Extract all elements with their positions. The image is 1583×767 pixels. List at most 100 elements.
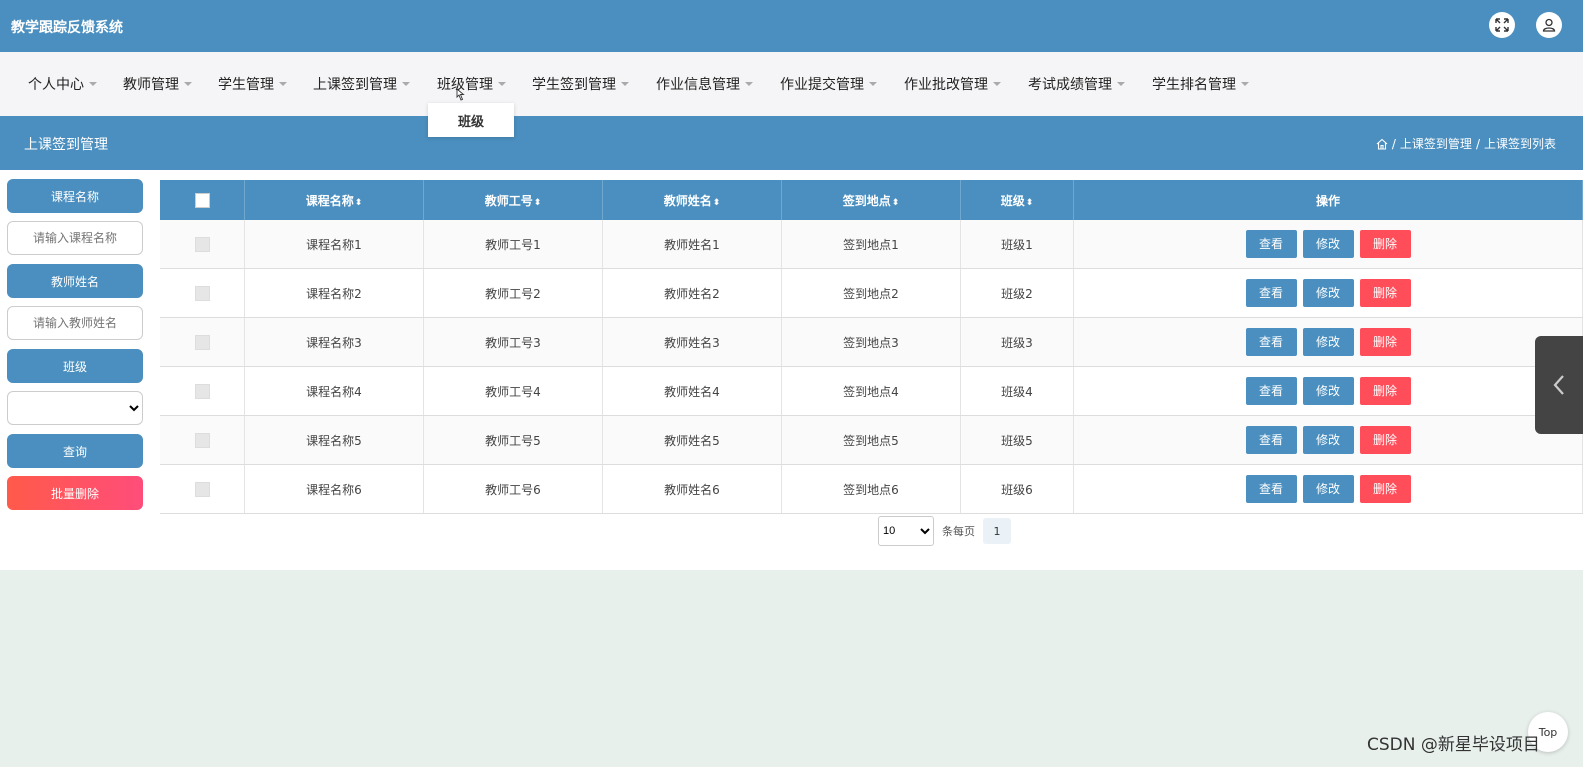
row-checkbox[interactable]	[194, 383, 210, 399]
nav-label: 教师管理	[123, 77, 179, 93]
watermark: CSDN @新星毕设项目	[1367, 735, 1540, 755]
cell-checkin-location: 签到地点3	[781, 317, 961, 367]
caret-down-icon	[184, 82, 192, 86]
column-header-checkin-location[interactable]: 签到地点⬍	[781, 180, 961, 220]
cell-class: 班级3	[960, 317, 1074, 367]
table-row: 课程名称2 教师工号2 教师姓名2 签到地点2 班级2 查看 修改 删除	[160, 268, 1583, 318]
query-button[interactable]: 查询	[7, 434, 143, 468]
nav-item-personal-center[interactable]: 个人中心	[28, 74, 97, 94]
view-button[interactable]: 查看	[1245, 279, 1297, 307]
view-button[interactable]: 查看	[1245, 475, 1297, 503]
cell-course-name: 课程名称6	[244, 464, 424, 514]
teacher-name-input[interactable]	[7, 306, 143, 340]
row-checkbox[interactable]	[194, 432, 210, 448]
page-size-select[interactable]: 10	[878, 516, 934, 546]
edit-button[interactable]: 修改	[1302, 475, 1354, 503]
column-header-teacher-name[interactable]: 教师姓名⬍	[602, 180, 782, 220]
delete-button[interactable]: 删除	[1359, 279, 1411, 307]
nav-item-homework-info-management[interactable]: 作业信息管理	[656, 74, 753, 94]
edit-button[interactable]: 修改	[1302, 377, 1354, 405]
select-all-checkbox[interactable]	[194, 192, 210, 208]
delete-button[interactable]: 删除	[1359, 328, 1411, 356]
nav-label: 学生排名管理	[1152, 77, 1236, 93]
column-header-teacher-id[interactable]: 教师工号⬍	[423, 180, 603, 220]
home-icon[interactable]	[1376, 138, 1388, 150]
course-name-input[interactable]	[7, 221, 143, 255]
row-checkbox-cell	[160, 317, 245, 367]
page-number-button[interactable]: 1	[983, 518, 1011, 544]
edit-button[interactable]: 修改	[1302, 279, 1354, 307]
delete-button[interactable]: 删除	[1359, 475, 1411, 503]
edit-button[interactable]: 修改	[1302, 328, 1354, 356]
batch-delete-button[interactable]: 批量删除	[7, 476, 143, 510]
cell-actions: 查看 修改 删除	[1073, 464, 1583, 514]
delete-button[interactable]: 删除	[1359, 426, 1411, 454]
cell-checkin-location: 签到地点5	[781, 415, 961, 465]
nav-item-class-management[interactable]: 班级管理	[437, 74, 506, 94]
cell-course-name: 课程名称2	[244, 268, 424, 318]
caret-down-icon	[993, 82, 1001, 86]
sort-icon: ⬍	[354, 197, 363, 208]
cell-course-name: 课程名称3	[244, 317, 424, 367]
column-header-actions: 操作	[1073, 180, 1583, 220]
column-header-label: 教师姓名	[663, 193, 712, 208]
nav-item-exam-score-management[interactable]: 考试成绩管理	[1028, 74, 1125, 94]
user-icon[interactable]	[1536, 12, 1562, 38]
row-checkbox-cell	[160, 220, 245, 269]
nav-label: 作业信息管理	[656, 77, 740, 93]
top-bar: 教学跟踪反馈系统	[0, 0, 1583, 52]
course-name-label: 课程名称	[7, 179, 143, 213]
delete-button[interactable]: 删除	[1359, 377, 1411, 405]
row-checkbox[interactable]	[194, 481, 210, 497]
nav-label: 个人中心	[28, 77, 84, 93]
edit-button[interactable]: 修改	[1302, 230, 1354, 258]
nav-item-homework-grading-management[interactable]: 作业批改管理	[904, 74, 1001, 94]
nav-item-student-ranking-management[interactable]: 学生排名管理	[1152, 74, 1249, 94]
row-checkbox-cell	[160, 415, 245, 465]
column-header-course-name[interactable]: 课程名称⬍	[244, 180, 424, 220]
nav-item-homework-submit-management[interactable]: 作业提交管理	[780, 74, 877, 94]
row-checkbox[interactable]	[194, 334, 210, 350]
dropdown-item-class[interactable]: 班级	[428, 103, 514, 137]
table-row: 课程名称5 教师工号5 教师姓名5 签到地点5 班级5 查看 修改 删除	[160, 415, 1583, 465]
cell-teacher-name: 教师姓名3	[602, 317, 782, 367]
nav-label: 作业批改管理	[904, 77, 988, 93]
view-button[interactable]: 查看	[1245, 230, 1297, 258]
cell-teacher-id: 教师工号6	[423, 464, 603, 514]
caret-down-icon	[402, 82, 410, 86]
chevron-left-icon	[1553, 375, 1564, 395]
sort-icon: ⬍	[891, 197, 900, 208]
side-drawer-toggle[interactable]	[1535, 336, 1583, 434]
breadcrumb-item[interactable]: 上课签到管理	[1400, 135, 1472, 152]
class-select[interactable]	[7, 391, 143, 425]
caret-down-icon	[1241, 82, 1249, 86]
caret-down-icon	[1117, 82, 1125, 86]
cell-class: 班级6	[960, 464, 1074, 514]
table-row: 课程名称4 教师工号4 教师姓名4 签到地点4 班级4 查看 修改 删除	[160, 366, 1583, 416]
edit-button[interactable]: 修改	[1302, 426, 1354, 454]
cell-course-name: 课程名称4	[244, 366, 424, 416]
column-header-class[interactable]: 班级⬍	[960, 180, 1074, 220]
caret-down-icon	[89, 82, 97, 86]
sort-icon: ⬍	[712, 197, 721, 208]
fullscreen-icon[interactable]	[1489, 12, 1515, 38]
cell-actions: 查看 修改 删除	[1073, 317, 1583, 367]
checkin-table: 课程名称⬍ 教师工号⬍ 教师姓名⬍ 签到地点⬍ 班级⬍ 操作 课程名称1 教师工…	[160, 180, 1583, 514]
class-label: 班级	[7, 349, 143, 383]
nav-item-student-management[interactable]: 学生管理	[218, 74, 287, 94]
view-button[interactable]: 查看	[1245, 426, 1297, 454]
view-button[interactable]: 查看	[1245, 377, 1297, 405]
nav-item-teacher-management[interactable]: 教师管理	[123, 74, 192, 94]
table-row: 课程名称1 教师工号1 教师姓名1 签到地点1 班级1 查看 修改 删除	[160, 220, 1583, 269]
nav-item-student-checkin-management[interactable]: 学生签到管理	[532, 74, 629, 94]
row-checkbox-cell	[160, 366, 245, 416]
view-button[interactable]: 查看	[1245, 328, 1297, 356]
delete-button[interactable]: 删除	[1359, 230, 1411, 258]
table-row: 课程名称3 教师工号3 教师姓名3 签到地点3 班级3 查看 修改 删除	[160, 317, 1583, 367]
nav-item-class-checkin-management[interactable]: 上课签到管理	[313, 74, 410, 94]
row-checkbox[interactable]	[194, 285, 210, 301]
column-header-label: 教师工号	[484, 193, 533, 208]
cell-teacher-name: 教师姓名4	[602, 366, 782, 416]
cell-checkin-location: 签到地点1	[781, 220, 961, 269]
row-checkbox[interactable]	[194, 236, 210, 252]
